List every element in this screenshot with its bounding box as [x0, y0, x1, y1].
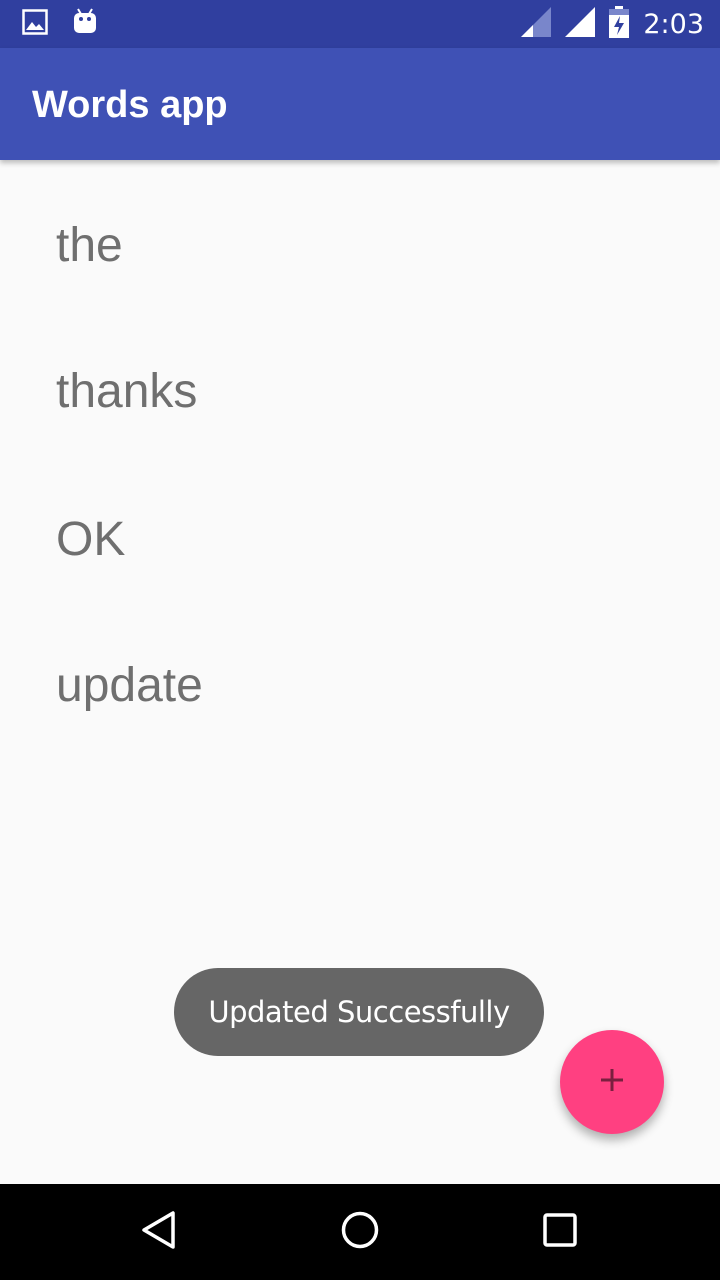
word-item[interactable]: OK [56, 512, 125, 567]
home-icon [340, 1210, 380, 1255]
signal-icon [521, 6, 552, 42]
status-time: 2:03 [643, 8, 704, 40]
back-button[interactable] [130, 1202, 190, 1262]
image-notification-icon [22, 9, 48, 40]
toast-message: Updated Successfully [174, 968, 544, 1056]
app-bar: Words app [0, 48, 720, 160]
add-word-button[interactable] [560, 1030, 664, 1134]
word-item[interactable]: thanks [56, 364, 197, 419]
status-bar: 2:03 [0, 0, 720, 48]
signal-full-icon [565, 6, 596, 42]
app-title: Words app [32, 84, 228, 126]
battery-charging-icon [609, 5, 630, 43]
android-notification-icon [72, 8, 98, 41]
plus-icon [598, 1066, 626, 1099]
recents-button[interactable] [530, 1202, 590, 1262]
back-icon [140, 1210, 180, 1255]
word-item[interactable]: the [56, 218, 123, 273]
home-button[interactable] [330, 1202, 390, 1262]
word-item[interactable]: update [56, 658, 203, 713]
navigation-bar [0, 1184, 720, 1280]
recents-icon [542, 1212, 578, 1253]
